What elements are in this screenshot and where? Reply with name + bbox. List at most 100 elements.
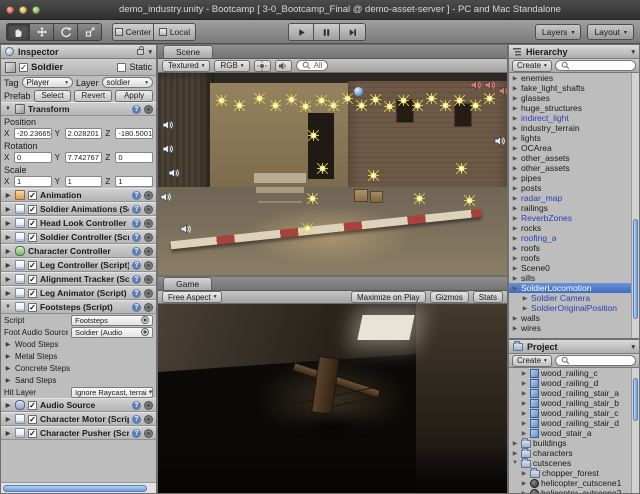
- hierarchy-item[interactable]: ▶wires: [509, 323, 631, 333]
- component-header[interactable]: ▶Leg Controller (Script)?: [1, 258, 156, 272]
- foldout-icon[interactable]: ▶: [4, 353, 12, 360]
- light-gizmo-icon[interactable]: [398, 95, 409, 106]
- component-header[interactable]: ▶Audio Source?: [1, 398, 156, 412]
- light-gizmo-icon[interactable]: [302, 223, 313, 234]
- foldout-icon[interactable]: ▶: [520, 430, 528, 437]
- foldout-icon[interactable]: ▶: [4, 402, 12, 409]
- foldout-icon[interactable]: ▶: [4, 248, 12, 255]
- position-y-field[interactable]: 2.028201: [65, 128, 103, 139]
- scrollbar-thumb[interactable]: [633, 378, 638, 421]
- component-enabled-checkbox[interactable]: [28, 303, 37, 312]
- hierarchy-item[interactable]: ▶fake_light_shafts: [509, 83, 631, 93]
- hierarchy-search-box[interactable]: [555, 60, 636, 71]
- foldout-icon[interactable]: ▶: [511, 205, 519, 212]
- hierarchy-item[interactable]: ▶rocks: [509, 223, 631, 233]
- help-icon[interactable]: ?: [132, 289, 141, 298]
- hierarchy-item[interactable]: ▶Soldier Camera: [509, 293, 631, 303]
- foldout-icon[interactable]: ▶: [4, 220, 12, 227]
- hierarchy-item[interactable]: ▶SoldierOriginalPosition: [509, 303, 631, 313]
- hierarchy-item[interactable]: ▶sills: [509, 273, 631, 283]
- light-gizmo-icon[interactable]: [412, 100, 423, 111]
- foldout-icon[interactable]: ▶: [520, 390, 528, 397]
- chevron-down-icon[interactable]: ▾: [149, 388, 153, 396]
- hand-tool-button[interactable]: [6, 23, 30, 41]
- gear-icon[interactable]: [144, 233, 153, 242]
- gear-icon[interactable]: [144, 415, 153, 424]
- audio-source-gizmo-icon[interactable]: [160, 191, 172, 203]
- foldout-icon[interactable]: ▶: [511, 325, 519, 332]
- help-icon[interactable]: ?: [132, 415, 141, 424]
- hierarchy-item[interactable]: ▶lights: [509, 133, 631, 143]
- foldout-icon[interactable]: ▶: [4, 416, 12, 423]
- foldout-icon[interactable]: ▶: [4, 377, 12, 384]
- flare-gizmo-icon[interactable]: [484, 79, 496, 91]
- light-gizmo-icon[interactable]: [307, 193, 318, 204]
- inspector-hscrollbar[interactable]: [1, 482, 156, 493]
- foldout-icon[interactable]: ▶: [4, 262, 12, 269]
- hierarchy-item[interactable]: ▶pipes: [509, 173, 631, 183]
- foldout-icon[interactable]: ▶: [511, 175, 519, 182]
- hierarchy-item[interactable]: ▶industry_terrain: [509, 123, 631, 133]
- component-enabled-checkbox[interactable]: [28, 261, 37, 270]
- project-item[interactable]: ▶characters: [509, 448, 631, 458]
- hierarchy-item[interactable]: ▶posts: [509, 183, 631, 193]
- pause-button[interactable]: [314, 23, 340, 41]
- light-gizmo-icon[interactable]: [370, 94, 381, 105]
- scene-lighting-toggle[interactable]: [254, 60, 271, 72]
- help-icon[interactable]: ?: [132, 261, 141, 270]
- component-header[interactable]: ▶Character Motor (Script)?: [1, 412, 156, 426]
- flare-gizmo-icon[interactable]: [470, 79, 482, 91]
- project-item[interactable]: ▶chopper_forest: [509, 468, 631, 478]
- light-gizmo-icon[interactable]: [464, 195, 475, 206]
- foldout-icon[interactable]: ▶: [511, 195, 519, 202]
- project-create-dropdown[interactable]: Create: [512, 355, 552, 367]
- foldout-icon[interactable]: ▶: [4, 341, 12, 348]
- foldout-icon[interactable]: ▶: [511, 125, 519, 132]
- component-enabled-checkbox[interactable]: [28, 219, 37, 228]
- audio-source-gizmo-icon[interactable]: [168, 167, 180, 179]
- help-icon[interactable]: ?: [132, 233, 141, 242]
- light-gizmo-icon[interactable]: [234, 100, 245, 111]
- light-gizmo-icon[interactable]: [470, 100, 481, 111]
- component-enabled-checkbox[interactable]: [28, 205, 37, 214]
- foldout-icon[interactable]: ▶: [520, 490, 528, 494]
- pivot-center-button[interactable]: Center: [112, 23, 154, 41]
- foldout-icon[interactable]: ▶: [511, 285, 519, 292]
- position-x-field[interactable]: -20.23665: [14, 128, 52, 139]
- light-probe-gizmo-icon[interactable]: [354, 87, 363, 96]
- scrollbar-thumb[interactable]: [633, 219, 638, 320]
- foldout-icon[interactable]: ▶: [4, 206, 12, 213]
- light-gizmo-icon[interactable]: [440, 100, 451, 111]
- help-icon[interactable]: ?: [132, 205, 141, 214]
- foldout-icon[interactable]: ▶: [511, 275, 519, 282]
- help-icon[interactable]: ?: [132, 247, 141, 256]
- hierarchy-item[interactable]: ▶Scene0: [509, 263, 631, 273]
- panel-menu-icon[interactable]: ▾: [631, 343, 635, 351]
- audio-source-gizmo-icon[interactable]: [494, 135, 506, 147]
- component-header[interactable]: ▶Head Look Controller (Script)?: [1, 216, 156, 230]
- foldout-icon[interactable]: ▶: [511, 215, 519, 222]
- foldout-icon[interactable]: ▼: [4, 304, 12, 310]
- scene-tab[interactable]: Scene: [163, 45, 213, 58]
- foldout-icon[interactable]: ▶: [511, 235, 519, 242]
- project-item[interactable]: ▶wood_railing_stair_a: [509, 388, 631, 398]
- object-picker-icon[interactable]: [141, 328, 149, 336]
- audio-source-gizmo-icon[interactable]: [180, 223, 192, 235]
- hierarchy-item[interactable]: ▶huge_structures: [509, 103, 631, 113]
- play-button[interactable]: [288, 23, 314, 41]
- position-z-field[interactable]: -180.5001: [115, 128, 153, 139]
- component-header[interactable]: ▶Leg Animator (Script)?: [1, 286, 156, 300]
- component-enabled-checkbox[interactable]: [28, 401, 37, 410]
- light-gizmo-icon[interactable]: [368, 170, 379, 181]
- scene-audio-toggle[interactable]: [275, 60, 292, 72]
- move-tool-button[interactable]: [30, 23, 54, 41]
- prefab-select-button[interactable]: Select: [34, 90, 72, 102]
- light-gizmo-icon[interactable]: [414, 193, 425, 204]
- hierarchy-item[interactable]: ▶ReverbZones: [509, 213, 631, 223]
- foldout-icon[interactable]: ▶: [511, 115, 519, 122]
- foldout-icon[interactable]: ▶: [4, 430, 12, 437]
- scene-viewport[interactable]: [158, 73, 507, 275]
- component-header[interactable]: ▶Soldier Animations (Script)?: [1, 202, 156, 216]
- pivot-local-button[interactable]: Local: [154, 23, 196, 41]
- foldout-icon[interactable]: ▶: [511, 105, 519, 112]
